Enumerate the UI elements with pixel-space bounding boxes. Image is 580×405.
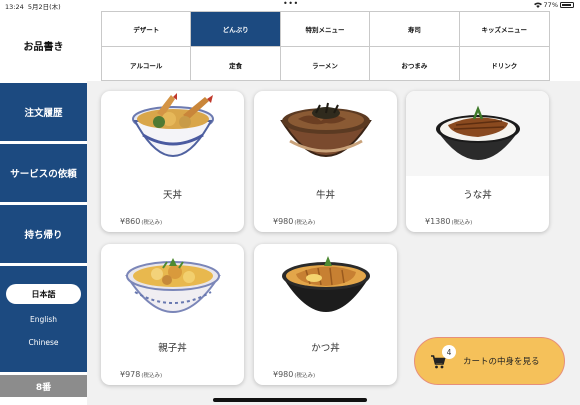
product-name: かつ丼 [311,343,340,354]
battery-percent: 77% [543,1,558,9]
product-price: ¥980(税込み) [273,217,316,226]
gyudon-image [254,91,397,176]
tab-kids-menu[interactable]: キッズメニュー [459,12,549,47]
status-right: 77% [533,1,574,9]
multitask-dots[interactable]: ••• [283,0,299,8]
product-card-oyakodon[interactable]: 親子丼 ¥978(税込み) [101,244,244,385]
product-name: うな丼 [463,190,492,201]
language-japanese[interactable]: 日本語 [6,284,81,304]
tab-dessert[interactable]: デザート [102,12,192,47]
wifi-icon [533,2,542,8]
product-name: 牛丼 [315,190,335,201]
language-chinese[interactable]: Chinese [0,338,87,347]
tab-set-meal[interactable]: 定食 [191,47,281,82]
sidebar: お品書き 注文履歴 サービスの依頼 持ち帰り 日本語 English Chine… [0,11,87,405]
oyakodon-image [101,244,244,329]
tab-special-menu[interactable]: 特別メニュー [280,12,371,47]
status-bar: 13:24 5月2日(木) ••• 77% [0,0,580,11]
battery-icon [560,2,574,8]
table-number: 8番 [0,375,87,397]
tab-alcohol[interactable]: アルコール [102,47,192,82]
product-card-katsudon[interactable]: かつ丼 ¥980(税込み) [254,244,397,385]
product-price: ¥860(税込み) [120,217,163,226]
tab-ramen[interactable]: ラーメン [281,47,371,82]
tab-sushi[interactable]: 寿司 [370,12,460,47]
katsudon-image [254,244,397,329]
unadon-image [406,91,549,176]
tab-snacks[interactable]: おつまみ [370,47,460,82]
product-name: 親子丼 [158,343,187,354]
tendon-image [101,91,244,176]
menu-title: お品書き [0,11,87,80]
language-selector: 日本語 English Chinese [0,266,87,372]
product-price: ¥980(税込み) [273,370,316,379]
app-frame: 13:24 5月2日(木) ••• 77% お品書き 注文履歴 サービスの依頼 … [0,0,580,405]
takeout-button[interactable]: 持ち帰り [0,205,87,263]
tab-donburi[interactable]: どんぶり [191,12,281,47]
product-card-unadon[interactable]: うな丼 ¥1380(税込み) [406,91,549,232]
category-tabs: デザート どんぶり 特別メニュー 寿司 キッズメニュー アルコール 定食 ラーメ… [101,11,550,82]
view-cart-button[interactable]: 4 カートの中身を見る [414,337,565,385]
status-time: 13:24 5月2日(木) [5,3,61,11]
product-card-gyudon[interactable]: 牛丼 ¥980(税込み) [254,91,397,232]
product-name: 天丼 [162,190,182,201]
product-card-tendon[interactable]: 天丼 ¥860(税込み) [101,91,244,232]
cart-count-badge: 4 [442,345,456,359]
product-price: ¥978(税込み) [120,370,163,379]
service-request-button[interactable]: サービスの依頼 [0,144,87,202]
order-history-button[interactable]: 注文履歴 [0,83,87,141]
product-price: ¥1380(税込み) [425,217,473,226]
tab-drinks[interactable]: ドリンク [460,47,549,82]
home-indicator[interactable] [213,398,367,402]
cart-label: カートの中身を見る [463,357,540,367]
language-english[interactable]: English [0,315,87,324]
